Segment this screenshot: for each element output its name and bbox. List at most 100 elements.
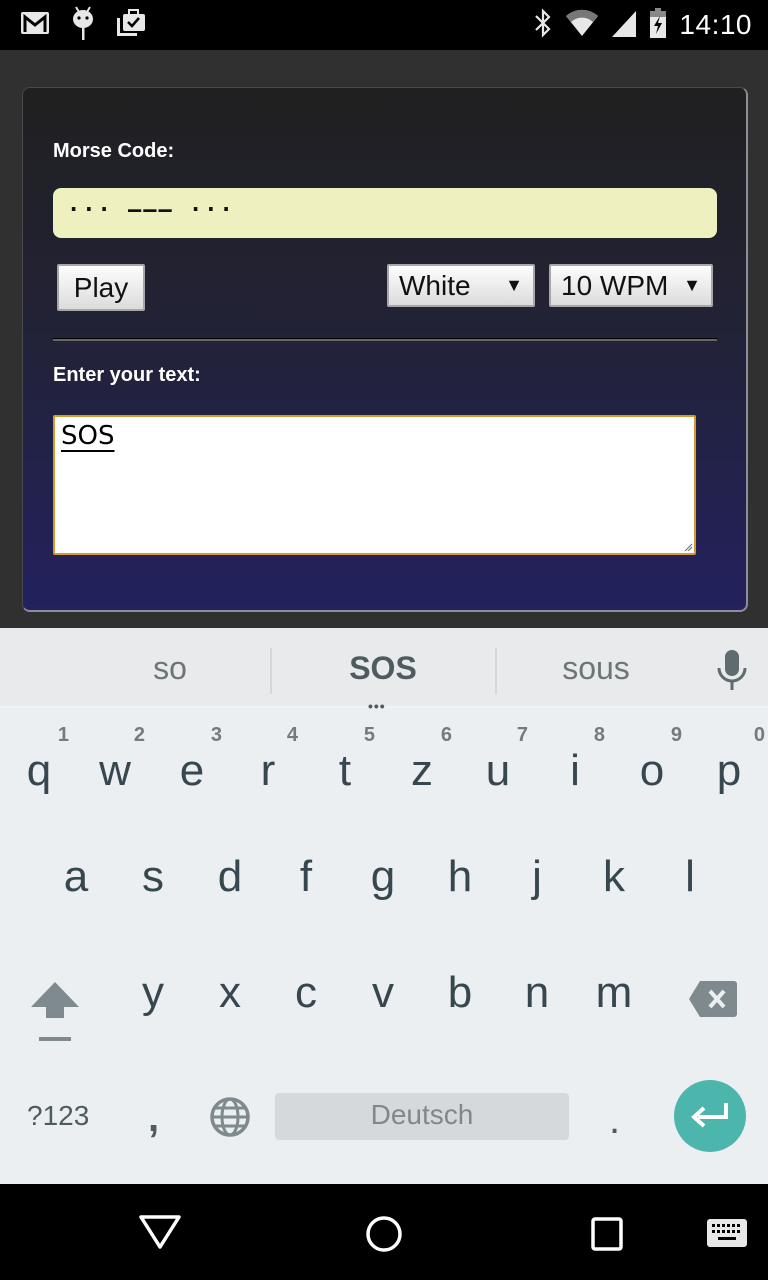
web-content: Morse Code: ··· ––– ··· Play White ▼ 10 … xyxy=(0,50,768,628)
key-label: o xyxy=(639,746,665,795)
android-debug-icon xyxy=(70,5,96,46)
recents-icon[interactable] xyxy=(590,1216,626,1257)
key-hint: 6 xyxy=(440,724,452,746)
key-j[interactable]: j xyxy=(499,828,575,944)
key-d[interactable]: d xyxy=(192,828,268,944)
key-hint: 9 xyxy=(670,724,682,746)
key-p[interactable]: 0p xyxy=(691,712,767,828)
keyboard-switch-icon[interactable] xyxy=(706,1218,748,1253)
home-icon[interactable] xyxy=(364,1214,404,1259)
suggestion-item[interactable]: so xyxy=(70,650,270,687)
key-label: h xyxy=(447,852,473,901)
key-r[interactable]: 4r xyxy=(230,712,306,828)
key-label: w xyxy=(99,746,131,795)
key-label: k xyxy=(603,852,625,901)
key-e[interactable]: 3e xyxy=(154,712,230,828)
enter-icon xyxy=(691,1103,728,1128)
dropdown-arrow-icon: ▼ xyxy=(505,275,523,295)
key-z[interactable]: 6z xyxy=(384,712,460,828)
suggestion-item-primary[interactable]: SOS xyxy=(283,650,483,687)
key-label: g xyxy=(370,852,396,901)
key-label: v xyxy=(372,968,394,1017)
key-label: i xyxy=(570,746,580,795)
morse-code-label: Morse Code: xyxy=(53,140,175,162)
key-w[interactable]: 2w xyxy=(77,712,153,828)
key-m[interactable]: m xyxy=(576,944,652,1060)
light-color-select[interactable]: White ▼ xyxy=(387,264,535,307)
enter-key[interactable] xyxy=(674,1080,746,1152)
speed-select[interactable]: 10 WPM ▼ xyxy=(549,264,713,307)
backspace-key[interactable] xyxy=(676,944,756,1060)
clipboard-check-icon xyxy=(116,8,146,43)
key-n[interactable]: n xyxy=(499,944,575,1060)
text-input[interactable]: SOS xyxy=(53,415,696,555)
shift-icon xyxy=(31,982,79,1041)
divider xyxy=(53,338,717,341)
suggestion-item[interactable]: sous xyxy=(496,650,696,687)
morse-card: Morse Code: ··· ––– ··· Play White ▼ 10 … xyxy=(22,87,748,612)
key-o[interactable]: 9o xyxy=(614,712,690,828)
backspace-icon xyxy=(689,981,737,1017)
shift-key[interactable] xyxy=(14,944,90,1060)
key-label: q xyxy=(26,746,52,795)
wifi-icon xyxy=(565,8,599,43)
key-hint: 5 xyxy=(363,724,375,746)
key-l[interactable]: l xyxy=(652,828,728,944)
key-label: x xyxy=(219,968,241,1017)
speed-value: 10 WPM xyxy=(561,269,669,301)
key-g[interactable]: g xyxy=(345,828,421,944)
key-label: c xyxy=(295,968,317,1017)
key-s[interactable]: s xyxy=(115,828,191,944)
key-y[interactable]: y xyxy=(115,944,191,1060)
key-q[interactable]: 1q xyxy=(1,712,77,828)
key-hint: 4 xyxy=(286,724,298,746)
key-hint: 7 xyxy=(516,724,528,746)
cell-signal-icon xyxy=(611,8,637,43)
key-label: f xyxy=(299,852,313,901)
key-u[interactable]: 7u xyxy=(460,712,536,828)
key-b[interactable]: b xyxy=(422,944,498,1060)
key-f[interactable]: f xyxy=(268,828,344,944)
key-hint: 8 xyxy=(593,724,605,746)
key-x[interactable]: x xyxy=(192,944,268,1060)
comma-key[interactable]: , xyxy=(148,1096,159,1141)
period-key[interactable]: . xyxy=(609,1098,620,1143)
key-c[interactable]: c xyxy=(268,944,344,1060)
key-label: s xyxy=(142,852,164,901)
key-label: b xyxy=(447,968,473,1017)
play-button[interactable]: Play xyxy=(57,264,145,311)
key-hint: 1 xyxy=(57,724,69,746)
key-label: u xyxy=(485,746,511,795)
suggestion-divider xyxy=(270,648,272,694)
key-hint: 2 xyxy=(133,724,145,746)
enter-text-label: Enter your text: xyxy=(53,364,201,386)
key-t[interactable]: 5t xyxy=(307,712,383,828)
dropdown-arrow-icon: ▼ xyxy=(683,275,701,295)
key-label: d xyxy=(217,852,243,901)
back-icon[interactable] xyxy=(138,1214,182,1255)
key-hint: 0 xyxy=(753,724,765,746)
resize-handle-icon[interactable] xyxy=(684,543,692,551)
navigation-bar xyxy=(0,1184,768,1280)
key-label: r xyxy=(260,746,276,795)
key-label: n xyxy=(524,968,550,1017)
space-bar[interactable]: Deutsch xyxy=(275,1093,569,1140)
suggestion-strip: so SOS sous ••• xyxy=(0,628,768,714)
key-a[interactable]: a xyxy=(38,828,114,944)
key-v[interactable]: v xyxy=(345,944,421,1060)
key-label: p xyxy=(716,746,742,795)
key-label: a xyxy=(63,852,89,901)
key-label: t xyxy=(338,746,352,795)
key-i[interactable]: 8i xyxy=(537,712,613,828)
key-h[interactable]: h xyxy=(422,828,498,944)
microphone-icon[interactable] xyxy=(714,648,750,697)
bluetooth-icon xyxy=(533,7,553,44)
key-k[interactable]: k xyxy=(576,828,652,944)
key-label: m xyxy=(595,968,633,1017)
globe-icon[interactable] xyxy=(209,1096,251,1143)
key-hint: 3 xyxy=(210,724,222,746)
gmail-icon xyxy=(20,11,50,40)
key-label: e xyxy=(179,746,205,795)
symbols-key[interactable]: ?123 xyxy=(27,1100,89,1132)
key-label: l xyxy=(685,852,695,901)
